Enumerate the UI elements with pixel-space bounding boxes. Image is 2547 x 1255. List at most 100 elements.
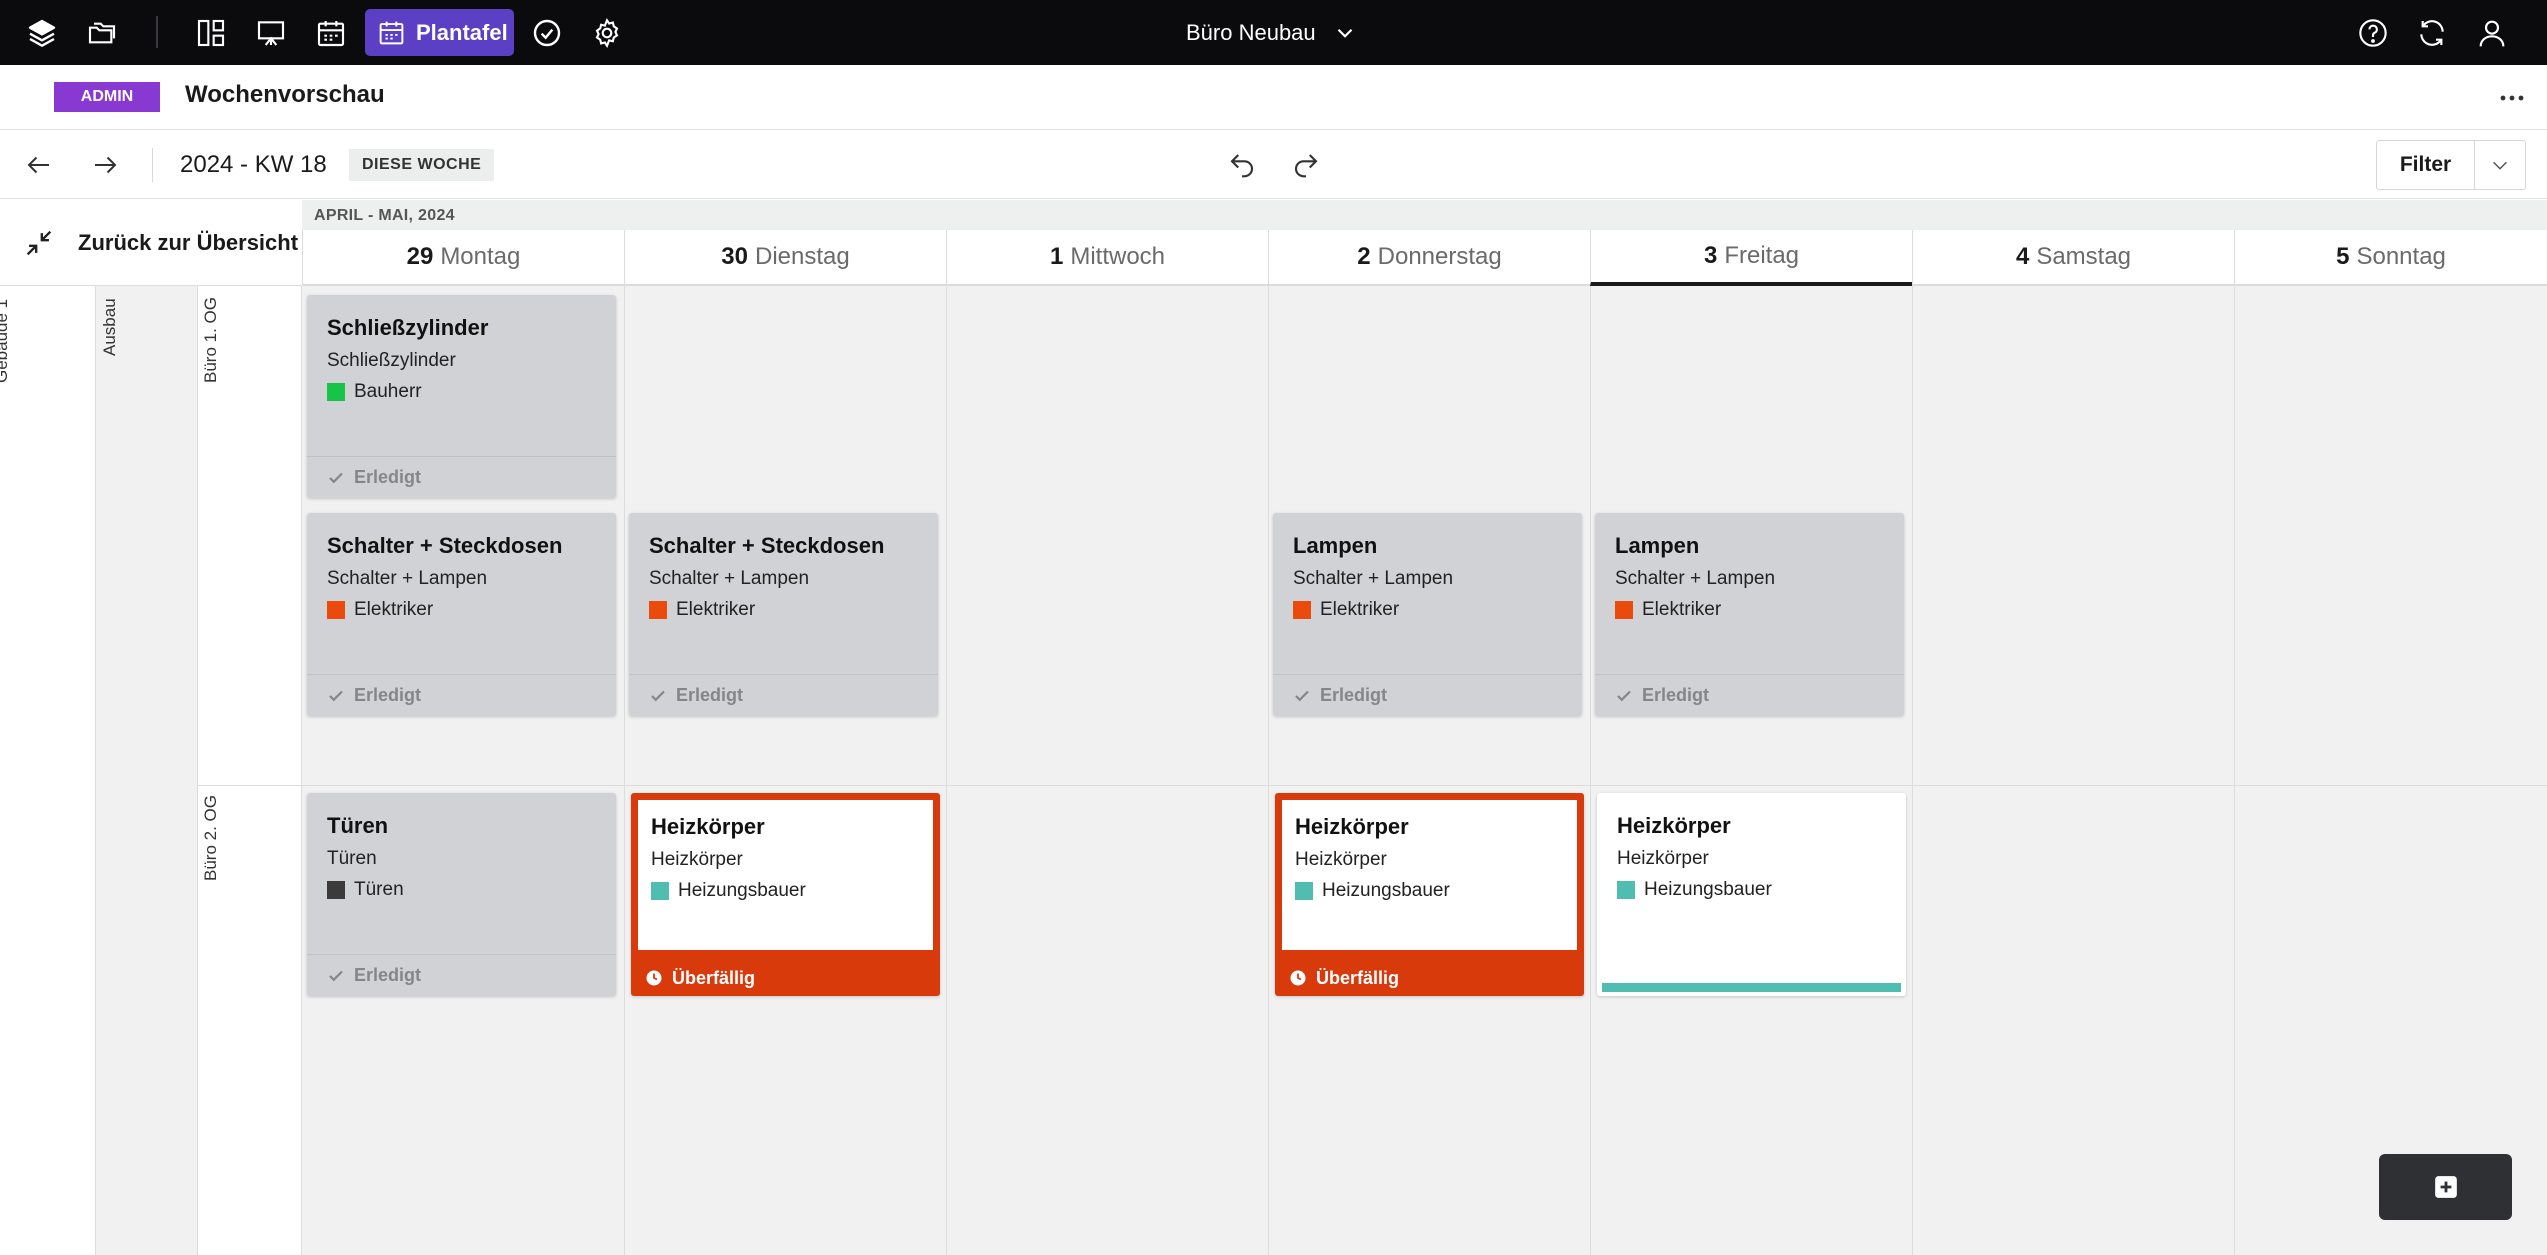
task-trade: Elektriker [649, 599, 755, 621]
undo-button[interactable] [1222, 145, 1262, 185]
previous-week-button[interactable] [19, 145, 59, 185]
trade-color-swatch [1617, 881, 1635, 899]
status-label: Erledigt [1642, 685, 1710, 705]
check-icon [329, 690, 343, 701]
task-card[interactable]: Schließzylinder Schließzylinder Bauherr … [307, 295, 616, 498]
help-icon[interactable] [2353, 13, 2393, 53]
day-number: 3 [1703, 242, 1718, 269]
week-toolbar: 2024 - KW 18 DIESE WOCHE Filter [0, 131, 2547, 199]
status-label: Überfällig [1316, 967, 1400, 988]
day-header-friday: 3 Freitag [1590, 230, 1912, 286]
tab-plantafel[interactable]: Plantafel [365, 9, 514, 56]
task-title: Heizkörper [1295, 814, 1409, 839]
status-done: Erledigt [629, 674, 938, 716]
task-subtitle: Heizkörper [651, 849, 743, 870]
sync-icon[interactable] [2412, 13, 2452, 53]
arrow-right-icon [95, 156, 117, 174]
folders-icon[interactable] [82, 13, 122, 53]
task-card[interactable]: Schalter + Steckdosen Schalter + Lampen … [307, 513, 616, 716]
column-divider [2234, 286, 2235, 1255]
card-body: Heizkörper Heizkörper Heizungsbauer [638, 800, 933, 950]
group-column-building: Gebäude 1 [0, 286, 96, 1255]
check-circle-icon[interactable] [527, 13, 567, 53]
group-column-floor: Büro 1. OG Büro 2. OG [198, 286, 302, 1255]
task-card-overdue[interactable]: Heizkörper Heizkörper Heizungsbauer Über… [1275, 793, 1584, 996]
status-done: Erledigt [307, 674, 616, 716]
column-divider [624, 286, 625, 1255]
trade-label: Heizungsbauer [1322, 880, 1450, 901]
top-bar: Plantafel Büro Neubau [0, 0, 2547, 65]
trade-color-bar [1602, 983, 1901, 992]
task-subtitle: Schließzylinder [327, 350, 456, 371]
task-trade: Elektriker [1293, 599, 1399, 621]
project-name: Büro Neubau [1186, 20, 1316, 45]
task-card-overdue[interactable]: Heizkörper Heizkörper Heizungsbauer Über… [631, 793, 940, 996]
trade-label: Türen [354, 879, 404, 900]
task-title: Lampen [1615, 533, 1700, 558]
add-task-button[interactable] [2379, 1154, 2512, 1220]
day-name: Mittwoch [1070, 243, 1166, 270]
trade-label: Elektriker [676, 599, 756, 620]
chevron-down-icon [2493, 161, 2507, 170]
status-overdue: Überfällig [1275, 960, 1584, 996]
task-title: Lampen [1293, 533, 1378, 558]
project-selector[interactable]: Büro Neubau [1186, 14, 1358, 52]
redo-icon [1295, 154, 1318, 178]
toolbar-divider [152, 148, 153, 182]
settings-icon[interactable] [587, 13, 627, 53]
trade-label: Bauherr [354, 381, 422, 402]
check-icon [329, 472, 343, 483]
layers-icon[interactable] [22, 13, 62, 53]
calendar-icon [379, 21, 404, 45]
group-column-section: Ausbau [96, 286, 198, 1255]
week-label: 2024 - KW 18 [180, 151, 327, 178]
day-number: 5 [2336, 243, 2350, 270]
more-options-icon[interactable] [2492, 85, 2532, 111]
trade-label: Heizungsbauer [678, 880, 806, 901]
task-subtitle: Schalter + Lampen [327, 568, 488, 589]
task-trade: Elektriker [327, 599, 433, 621]
task-title: Schließzylinder [327, 315, 489, 340]
task-title: Schalter + Steckdosen [649, 533, 885, 558]
column-divider [946, 286, 947, 1255]
user-icon[interactable] [2472, 13, 2512, 53]
status-label: Erledigt [354, 467, 422, 487]
day-name: Sonntag [2356, 243, 2446, 270]
arrow-left-icon [27, 156, 49, 174]
task-subtitle: Schalter + Lampen [1293, 568, 1454, 589]
row-divider [198, 785, 2547, 786]
day-header-sunday: 5 Sonntag [2234, 230, 2547, 286]
check-icon [1617, 690, 1631, 701]
filter-toggle[interactable] [2475, 141, 2525, 189]
day-header-wednesday: 1 Mittwoch [946, 230, 1268, 286]
page-header: ADMIN Wochenvorschau [0, 65, 2547, 130]
trade-label: Heizungsbauer [1644, 879, 1772, 900]
task-card[interactable]: Lampen Schalter + Lampen Elektriker Erle… [1595, 513, 1904, 716]
day-header-monday: 29 Montag [302, 230, 624, 286]
task-trade: Türen [327, 879, 404, 901]
redo-button[interactable] [1286, 145, 1326, 185]
task-title: Schalter + Steckdosen [327, 533, 563, 558]
presentation-icon[interactable] [251, 13, 291, 53]
collapse-icon [26, 230, 52, 255]
task-trade: Heizungsbauer [1295, 880, 1450, 902]
back-to-overview-button[interactable]: Zurück zur Übersicht [0, 200, 302, 286]
this-week-button[interactable]: DIESE WOCHE [349, 149, 495, 181]
calendar-icon[interactable] [311, 13, 351, 53]
tab-plantafel-label: Plantafel [416, 19, 508, 45]
status-overdue: Überfällig [631, 960, 940, 996]
add-box-icon [2434, 1176, 2457, 1198]
task-card[interactable]: Schalter + Steckdosen Schalter + Lampen … [629, 513, 938, 716]
role-badge: ADMIN [54, 82, 160, 112]
task-card[interactable]: Türen Türen Türen Erledigt [307, 793, 616, 996]
day-header-tuesday: 30 Dienstag [624, 230, 946, 286]
next-week-button[interactable] [85, 145, 125, 185]
task-card-open[interactable]: Heizkörper Heizkörper Heizungsbauer [1597, 793, 1906, 996]
task-card[interactable]: Lampen Schalter + Lampen Elektriker Erle… [1273, 513, 1582, 716]
dashboard-icon[interactable] [191, 13, 231, 53]
status-label: Überfällig [672, 967, 756, 988]
chevron-down-icon [1337, 28, 1352, 38]
page-title: Wochenvorschau [185, 81, 385, 108]
filter-button[interactable]: Filter [2377, 141, 2475, 189]
filter-dropdown[interactable]: Filter [2376, 140, 2526, 190]
